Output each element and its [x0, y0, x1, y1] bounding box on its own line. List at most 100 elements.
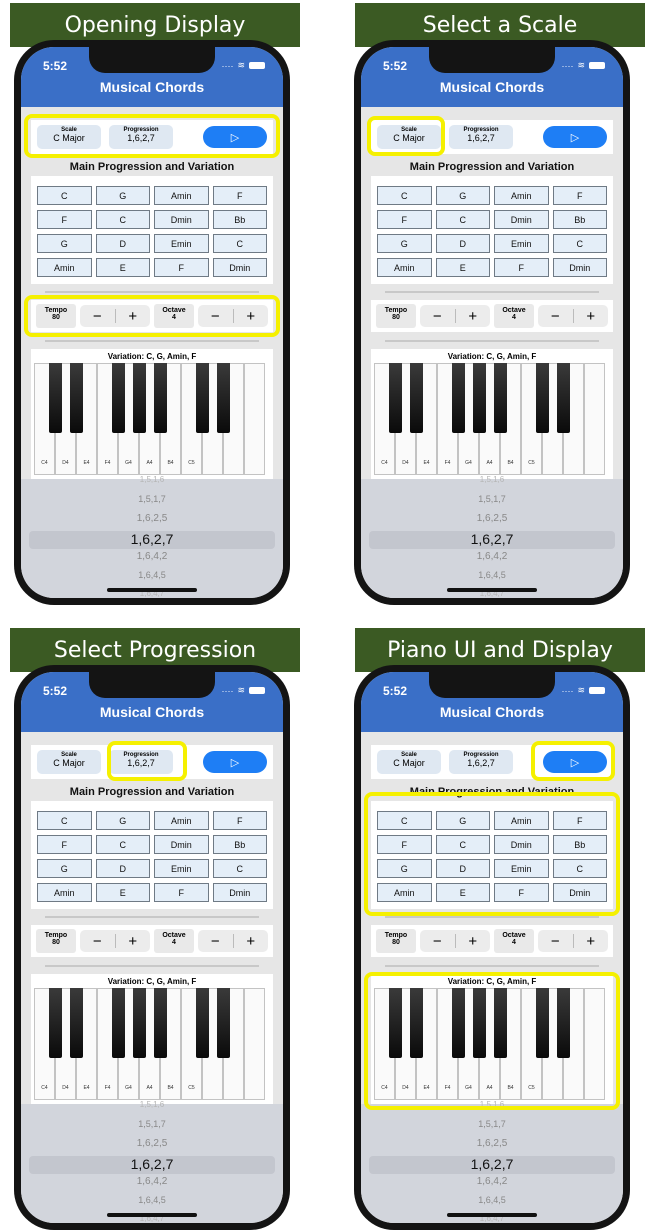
piano-keyboard[interactable]: C4 D4 E4 F4 G4 A4 B4 C5: [34, 988, 265, 1100]
chord-button[interactable]: Amin: [37, 883, 92, 902]
chord-button[interactable]: D: [435, 234, 490, 253]
chord-button[interactable]: D: [95, 234, 150, 253]
chord-button[interactable]: C: [212, 234, 267, 253]
chord-button[interactable]: Dmin: [154, 835, 209, 854]
chord-button[interactable]: E: [435, 258, 490, 277]
chord-button[interactable]: Dmin: [212, 883, 267, 902]
chord-button[interactable]: C: [95, 835, 150, 854]
chord-button[interactable]: Dmin: [494, 210, 549, 229]
white-key[interactable]: [584, 363, 605, 475]
picker-item[interactable]: 1,6,4,2: [21, 551, 283, 562]
chord-button[interactable]: F: [154, 883, 209, 902]
black-key[interactable]: [133, 988, 146, 1058]
chord-button[interactable]: Amin: [154, 186, 209, 205]
progression-selector[interactable]: Progression 1,6,2,7: [449, 750, 513, 774]
octave-increment[interactable]: +: [234, 933, 269, 950]
chord-button[interactable]: F: [552, 186, 607, 205]
black-key[interactable]: [536, 363, 549, 433]
chord-button[interactable]: D: [95, 859, 150, 878]
tempo-increment[interactable]: +: [116, 933, 151, 950]
black-key[interactable]: [70, 988, 83, 1058]
picker-item[interactable]: 1,5,1,7: [361, 494, 623, 504]
chord-button[interactable]: Emin: [494, 234, 549, 253]
chord-button[interactable]: F: [212, 186, 267, 205]
progression-picker[interactable]: 1,5,1,6 1,5,1,7 1,6,2,5 1,6,2,7 1,6,4,2 1,6,4…: [21, 1100, 283, 1223]
chord-button[interactable]: Dmin: [212, 258, 267, 277]
chord-button[interactable]: Bb: [212, 835, 267, 854]
black-key[interactable]: [473, 363, 486, 433]
chord-button[interactable]: C: [377, 186, 432, 205]
chord-button[interactable]: Bb: [552, 210, 607, 229]
picker-item[interactable]: 1,6,2,5: [21, 1138, 283, 1149]
picker-item[interactable]: 1,5,1,6: [361, 475, 623, 484]
black-key[interactable]: [452, 363, 465, 433]
chord-button[interactable]: E: [95, 883, 150, 902]
tempo-stepper[interactable]: − +: [420, 305, 490, 327]
octave-stepper[interactable]: − +: [198, 930, 268, 952]
chord-button[interactable]: F: [154, 258, 209, 277]
picker-item[interactable]: 1,6,2,7: [361, 1156, 623, 1172]
black-key[interactable]: [196, 988, 209, 1058]
white-key[interactable]: [244, 363, 265, 475]
picker-item[interactable]: 1,6,4,5: [361, 1195, 623, 1205]
octave-increment[interactable]: +: [574, 933, 609, 950]
play-button[interactable]: ▷: [203, 751, 267, 773]
tempo-increment[interactable]: +: [456, 308, 491, 325]
chord-button[interactable]: G: [37, 234, 92, 253]
picker-item[interactable]: 1,6,2,7: [361, 531, 623, 547]
chord-button[interactable]: Emin: [154, 859, 209, 878]
chord-button[interactable]: Amin: [37, 258, 92, 277]
black-key[interactable]: [410, 363, 423, 433]
chord-button[interactable]: C: [552, 234, 607, 253]
tempo-decrement[interactable]: −: [420, 933, 455, 950]
scale-selector[interactable]: Scale C Major: [37, 750, 101, 774]
black-key[interactable]: [70, 363, 83, 433]
tempo-decrement[interactable]: −: [420, 308, 455, 325]
black-key[interactable]: [389, 363, 402, 433]
progression-selector[interactable]: Progression 1,6,2,7: [449, 125, 513, 149]
tempo-decrement[interactable]: −: [80, 933, 115, 950]
black-key[interactable]: [557, 363, 570, 433]
chord-button[interactable]: F: [37, 210, 92, 229]
white-key[interactable]: [244, 988, 265, 1100]
chord-button[interactable]: Amin: [154, 811, 209, 830]
picker-item[interactable]: 1,5,1,6: [21, 475, 283, 484]
piano-keyboard[interactable]: C4 D4 E4 F4 G4 A4 B4 C5: [34, 363, 265, 475]
chord-button[interactable]: C: [37, 186, 92, 205]
chord-button[interactable]: G: [95, 811, 150, 830]
chord-button[interactable]: Dmin: [154, 210, 209, 229]
chord-button[interactable]: C: [212, 859, 267, 878]
picker-item[interactable]: 1,6,2,5: [361, 513, 623, 524]
chord-button[interactable]: F: [37, 835, 92, 854]
octave-stepper[interactable]: − +: [538, 305, 608, 327]
chord-button[interactable]: C: [95, 210, 150, 229]
black-key[interactable]: [133, 363, 146, 433]
picker-item[interactable]: 1,6,2,5: [21, 513, 283, 524]
chord-button[interactable]: C: [37, 811, 92, 830]
chord-button[interactable]: C: [435, 210, 490, 229]
picker-item[interactable]: 1,6,4,2: [361, 1176, 623, 1187]
chord-button[interactable]: G: [95, 186, 150, 205]
picker-item[interactable]: 1,6,2,7: [21, 1156, 283, 1172]
progression-picker[interactable]: 1,5,1,6 1,5,1,7 1,6,2,5 1,6,2,7 1,6,4,2 1,6,4…: [21, 475, 283, 598]
tempo-stepper[interactable]: − +: [80, 930, 150, 952]
chord-button[interactable]: Amin: [494, 186, 549, 205]
black-key[interactable]: [494, 363, 507, 433]
picker-item[interactable]: 1,5,1,6: [21, 1100, 283, 1109]
tempo-increment[interactable]: +: [456, 933, 491, 950]
chord-button[interactable]: G: [435, 186, 490, 205]
chord-button[interactable]: F: [212, 811, 267, 830]
black-key[interactable]: [154, 988, 167, 1058]
picker-item[interactable]: 1,6,4,2: [361, 551, 623, 562]
octave-decrement[interactable]: −: [198, 933, 233, 950]
tempo-stepper[interactable]: − +: [420, 930, 490, 952]
chord-button[interactable]: Bb: [212, 210, 267, 229]
octave-decrement[interactable]: −: [538, 308, 573, 325]
picker-item[interactable]: 1,6,4,5: [361, 570, 623, 580]
chord-button[interactable]: E: [95, 258, 150, 277]
chord-button[interactable]: F: [377, 210, 432, 229]
picker-item[interactable]: 1,6,2,5: [361, 1138, 623, 1149]
black-key[interactable]: [196, 363, 209, 433]
chord-button[interactable]: F: [494, 258, 549, 277]
black-key[interactable]: [112, 988, 125, 1058]
